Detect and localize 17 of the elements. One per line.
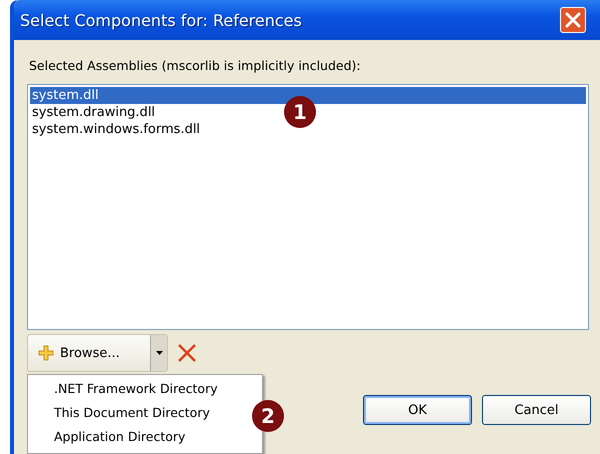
- menu-item[interactable]: This Document Directory: [54, 401, 210, 425]
- dialog-button[interactable]: Cancel: [482, 395, 591, 425]
- delete-icon[interactable]: [176, 342, 198, 364]
- plus-icon: [38, 345, 54, 361]
- menu-item[interactable]: .NET Framework Directory: [54, 377, 218, 401]
- list-item[interactable]: system.windows.forms.dll: [30, 121, 200, 138]
- list-label: Selected Assemblies (mscorlib is implicitly included):: [29, 58, 362, 73]
- dropdown-button[interactable]: [150, 335, 167, 371]
- caret-icon: [156, 351, 162, 355]
- dialog-button[interactable]: OK: [363, 395, 472, 425]
- list-item[interactable]: system.drawing.dll: [30, 104, 156, 121]
- close-button[interactable]: [560, 7, 586, 33]
- callout-badge: 2: [252, 400, 284, 432]
- close-icon: [564, 11, 582, 29]
- menu-item[interactable]: Application Directory: [54, 425, 186, 449]
- list-item[interactable]: system.dll: [30, 87, 586, 104]
- window-title: Select Components for: References: [19, 10, 302, 30]
